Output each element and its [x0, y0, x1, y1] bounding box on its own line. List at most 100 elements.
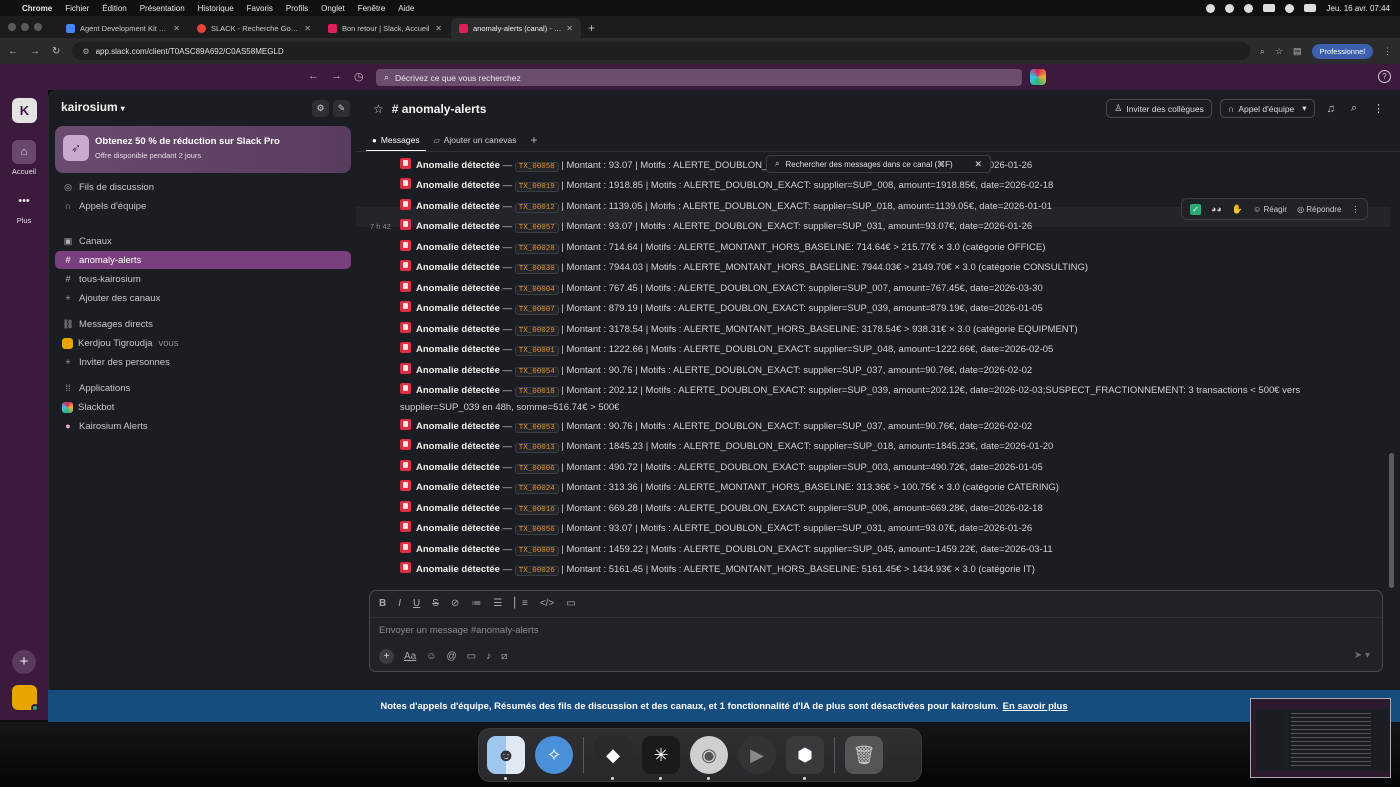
compose-icon[interactable]: ✎ — [333, 100, 350, 117]
channels-section-header[interactable]: ▣ Canaux — [55, 232, 351, 250]
check-mark-emoji-icon[interactable]: ✓ — [1190, 203, 1201, 215]
message-row[interactable]: Anomalie détectée — TX_00007 | Montant :… — [400, 301, 1380, 318]
message-row[interactable]: Anomalie détectée — TX_00019 | Montant :… — [400, 178, 1380, 195]
message-row[interactable]: Anomalie détectée — TX_00056 | Montant :… — [400, 521, 1380, 538]
notifications-bell-icon[interactable]: ♫ — [1323, 103, 1339, 115]
message-row[interactable]: Anomalie détectée — TX_00028 | Montant :… — [400, 240, 1380, 257]
raised-hands-emoji-icon[interactable]: ✋ — [1232, 204, 1243, 215]
mention-icon[interactable]: @ — [446, 651, 456, 662]
learn-more-link[interactable]: En savoir plus — [1003, 701, 1068, 712]
sidebar-item-kairosium-alerts[interactable]: ● Kairosium Alerts — [55, 417, 351, 435]
close-window-button[interactable] — [8, 23, 16, 31]
add-tab-button[interactable]: + — [525, 133, 544, 147]
browser-tab[interactable]: Agent Development Kit Dev U ✕ — [58, 18, 188, 38]
more-vertical-icon[interactable]: ⋮ — [1369, 102, 1388, 115]
brightness-icon[interactable] — [1225, 3, 1235, 13]
zoom-window-button[interactable] — [34, 23, 42, 31]
tab-messages[interactable]: ● Messages — [366, 128, 426, 152]
star-icon[interactable]: ☆ — [373, 102, 384, 116]
app-icon[interactable]: ◆ — [594, 736, 632, 780]
browser-tab[interactable]: SLACK - Recherche Google ✕ — [189, 18, 319, 38]
menu-edition[interactable]: Édition — [102, 4, 126, 13]
create-new-button[interactable]: + — [12, 650, 36, 674]
media-player-icon[interactable]: ▶ — [738, 736, 776, 774]
message-row[interactable]: Anomalie détectée — TX_00004 | Montant :… — [400, 281, 1380, 298]
message-row[interactable]: Anomalie détectée — TX_00030 | Montant :… — [400, 260, 1380, 277]
sidebar-item-tous-kairosium[interactable]: # tous-kairosium — [55, 270, 351, 288]
tab-close-icon[interactable]: ✕ — [173, 24, 180, 33]
react-button[interactable]: ☺ Réagir — [1253, 205, 1287, 214]
browser-tab[interactable]: Bon retour | Slack, Accueil ✕ — [320, 18, 450, 38]
reply-button[interactable]: ◎ Répondre — [1297, 205, 1341, 214]
history-forward-icon[interactable]: → — [331, 70, 342, 83]
play-icon[interactable] — [1244, 3, 1254, 13]
code-block-icon[interactable]: ▭ — [566, 598, 575, 609]
message-row[interactable]: Anomalie détectée — TX_00026 | Montant :… — [400, 562, 1380, 579]
message-row[interactable]: Anomalie détectée — TX_00013 | Montant :… — [400, 439, 1380, 456]
scrollbar-thumb[interactable] — [1389, 453, 1394, 588]
browser-menu-icon[interactable]: ⋮ — [1383, 46, 1392, 57]
tab-close-icon[interactable]: ✕ — [435, 24, 442, 33]
tab-close-icon[interactable]: ✕ — [304, 24, 311, 33]
profile-button[interactable]: Professionnel — [1311, 43, 1373, 59]
huddle-button[interactable]: ∩ Appel d'équipe ▾ — [1219, 99, 1315, 118]
tab-add-canvas[interactable]: ▱ Ajouter un canevas — [428, 128, 523, 152]
sidebar-item-anomaly-alerts[interactable]: # anomaly-alerts — [55, 251, 351, 269]
slack-search-bar[interactable]: ⌕ Décrivez ce que vous recherchez — [376, 69, 1022, 86]
menubar-clock[interactable]: Jeu. 16 avr. 07:44 — [1326, 4, 1390, 13]
italic-icon[interactable]: I — [398, 598, 401, 609]
dm-section-header[interactable]: ⛓ Messages directs — [55, 315, 351, 333]
package-app-icon[interactable]: ⬢ — [786, 736, 824, 780]
apps-section-header[interactable]: ⁞⁞ Applications — [55, 379, 351, 397]
safari-icon[interactable]: ✧ — [535, 736, 573, 774]
message-row[interactable]: Anomalie détectée — TX_00053 | Montant :… — [400, 419, 1380, 436]
bold-icon[interactable]: B — [379, 598, 386, 609]
extensions-icon[interactable]: ▤ — [1293, 46, 1302, 57]
menu-historique[interactable]: Historique — [198, 4, 234, 13]
link-icon[interactable]: ⊘ — [451, 598, 459, 609]
sidebar-item-slackbot[interactable]: Slackbot — [55, 398, 351, 416]
message-row[interactable]: Anomalie détectée — TX_00001 | Montant :… — [400, 342, 1380, 359]
menu-onglet[interactable]: Onglet — [321, 4, 345, 13]
ordered-list-icon[interactable]: ≔ — [471, 598, 481, 609]
send-button[interactable]: ➤ ▾ — [1354, 650, 1370, 661]
workspace-name-button[interactable]: kairosium ▾ — [61, 100, 125, 114]
site-info-icon[interactable]: ⚙ — [82, 47, 89, 56]
sidebar-item-dm-self[interactable]: Kerdjou Tigroudja vous — [55, 334, 351, 352]
tab-close-icon[interactable]: ✕ — [566, 24, 573, 33]
menu-aide[interactable]: Aide — [398, 4, 414, 13]
menu-favoris[interactable]: Favoris — [247, 4, 273, 13]
channel-title[interactable]: # anomaly-alerts — [392, 102, 487, 116]
emoji-icon[interactable]: ☺ — [426, 651, 436, 662]
rail-home[interactable]: ⌂ Accueil — [0, 140, 48, 176]
chevron-down-icon[interactable]: ▾ — [1302, 103, 1306, 114]
battery-icon[interactable] — [1263, 4, 1276, 12]
minimize-window-button[interactable] — [21, 23, 29, 31]
message-row[interactable]: Anomalie détectée — TX_00057 | Montant :… — [400, 219, 1380, 236]
browser-tab-active[interactable]: anomaly-alerts (canal) - kair ✕ — [451, 18, 581, 38]
zoom-icon[interactable]: ⌕ — [1260, 46, 1265, 57]
sidebar-add-channels[interactable]: + Ajouter des canaux — [55, 289, 351, 307]
search-icon[interactable]: ⌕ — [1347, 102, 1361, 115]
underline-icon[interactable]: U — [413, 598, 420, 609]
pro-promo-banner[interactable]: ➶ Obtenez 50 % de réduction sur Slack Pr… — [55, 126, 351, 173]
strikethrough-icon[interactable]: S — [432, 598, 439, 609]
more-actions-icon[interactable]: ⋮ — [1351, 205, 1359, 214]
message-row[interactable]: Anomalie détectée — TX_00006 | Montant :… — [400, 460, 1380, 477]
screenshot-thumbnail-preview[interactable] — [1250, 698, 1391, 778]
address-bar[interactable]: ⚙ app.slack.com/client/T0ASC89A692/C0AS5… — [72, 42, 1250, 60]
history-back-icon[interactable]: ← — [308, 70, 319, 83]
user-avatar[interactable] — [12, 685, 39, 712]
message-input[interactable]: Envoyer un message #anomaly-alerts — [379, 625, 538, 636]
menu-profils[interactable]: Profils — [286, 4, 308, 13]
shortcuts-icon[interactable]: ⧄ — [501, 651, 507, 662]
control-center-icon[interactable] — [1304, 4, 1317, 12]
eyes-emoji-icon[interactable]: ◕◕ — [1211, 204, 1222, 214]
invite-colleagues-button[interactable]: ♙ Inviter des collègues — [1106, 99, 1212, 118]
close-icon[interactable]: ✕ — [974, 159, 982, 170]
history-clock-icon[interactable]: ◷ — [354, 70, 364, 83]
message-timestamp[interactable]: 7 h 42 — [370, 222, 391, 231]
wifi-icon[interactable] — [1285, 3, 1295, 13]
rail-more[interactable]: ••• Plus — [0, 189, 48, 225]
workspace-switcher[interactable]: K — [12, 98, 37, 123]
